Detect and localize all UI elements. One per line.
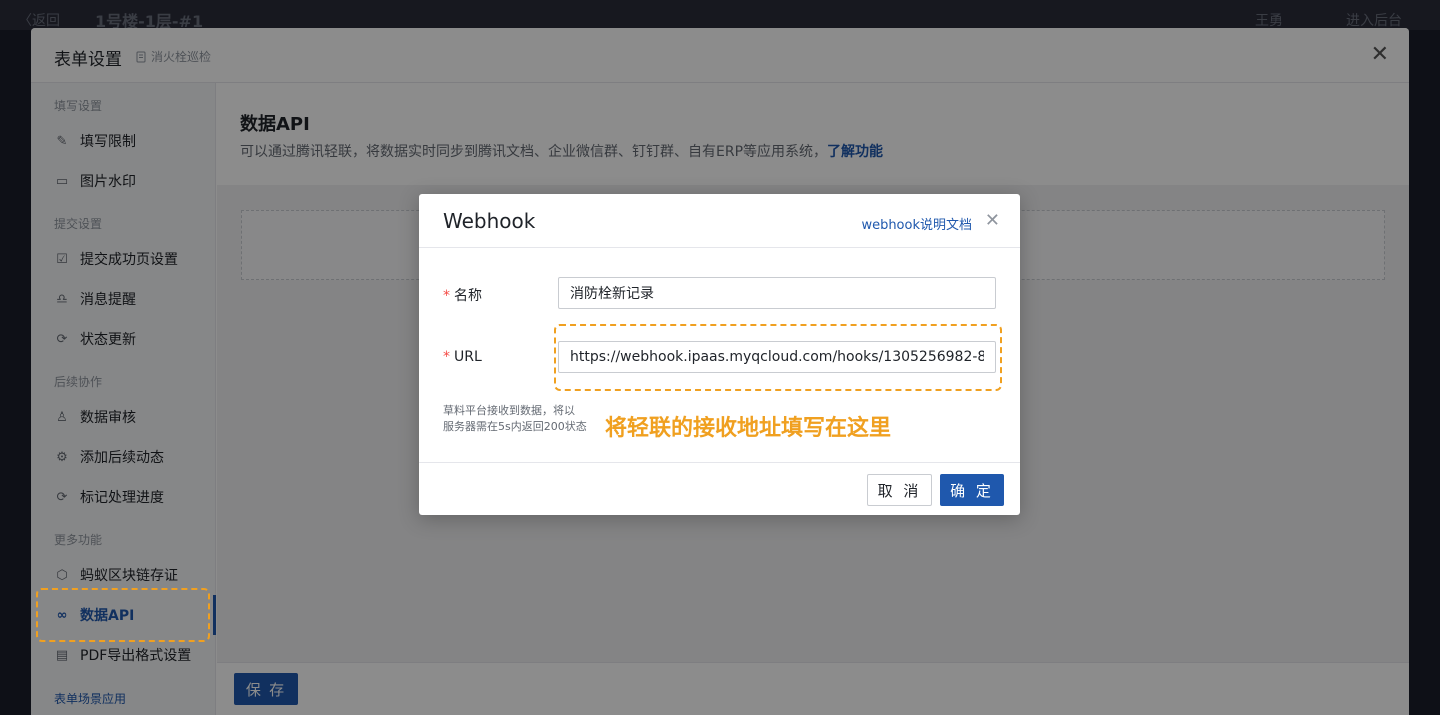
webhook-hint: 草料平台接收到数据，将以 服务器需在5s内返回200状态 [443, 403, 589, 435]
hint-line-2: 服务器需在5s内返回200状态 [443, 420, 587, 433]
hint-line-1: 草料平台接收到数据，将以 [443, 404, 575, 417]
annotation-callout: 将轻联的接收地址填写在这里 [605, 416, 892, 441]
close-icon[interactable]: ✕ [985, 210, 1000, 231]
required-marker: * [443, 349, 450, 365]
webhook-doc-link[interactable]: webhook说明文档 [861, 214, 972, 233]
dialog-title: Webhook [443, 209, 536, 233]
name-field-label: * 名称 [443, 285, 482, 305]
name-input[interactable] [558, 277, 996, 309]
url-field-label: * URL [443, 349, 482, 365]
sidebar-highlight-annotation [36, 588, 210, 642]
dialog-footer: 取 消 确 定 [419, 462, 1020, 515]
url-input[interactable] [558, 341, 996, 373]
cancel-button[interactable]: 取 消 [867, 474, 932, 506]
url-label-text: URL [454, 349, 482, 365]
webhook-dialog: Webhook webhook说明文档 ✕ *名称 *URL 草料平台接收到数据… [419, 194, 1020, 515]
name-label-text: 名称 [454, 288, 482, 304]
dialog-header: Webhook webhook说明文档 ✕ [419, 194, 1020, 248]
required-marker: * [443, 288, 450, 304]
confirm-button[interactable]: 确 定 [940, 474, 1004, 506]
